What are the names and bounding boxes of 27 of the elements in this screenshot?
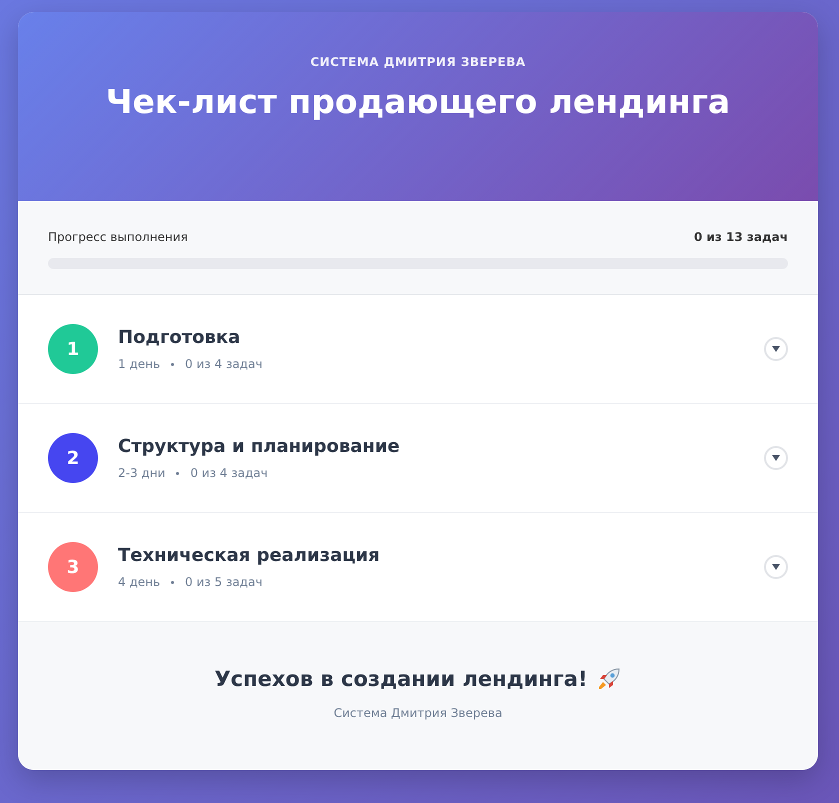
expand-toggle[interactable] [764, 446, 788, 470]
caret-icon [771, 563, 781, 571]
caret-icon [771, 345, 781, 353]
section-duration: 2-3 дни [118, 466, 166, 480]
expand-toggle[interactable] [764, 337, 788, 361]
caret-icon [771, 454, 781, 462]
header-subtitle: СИСТЕМА ДМИТРИЯ ЗВЕРЕВА [309, 55, 527, 69]
step-number: 1 [48, 324, 98, 374]
separator-dot [171, 580, 174, 584]
separator-dot [176, 472, 180, 474]
separator-dot [171, 362, 174, 366]
section-duration: 4 день [118, 575, 160, 589]
step-number: 2 [48, 433, 98, 483]
section-task-count: 0 из 4 задач [190, 466, 268, 480]
footer-signature: Система Дмитрия Зверева [332, 706, 504, 720]
expand-toggle[interactable] [764, 555, 788, 579]
progress-count: 0 из 13 задач [694, 230, 788, 244]
section-duration: 1 день [118, 357, 160, 371]
section-task-count: 0 из 4 задач [185, 357, 262, 371]
section-title: Техническая реализация [118, 545, 381, 566]
footer-title: Успехов в создании лендинга! [214, 667, 588, 691]
progress-label: Прогресс выполнения [48, 230, 188, 244]
page-title: Чек-лист продающего лендинга [104, 82, 732, 121]
section-title: Подготовка [118, 327, 242, 348]
step-number: 3 [48, 542, 98, 592]
section-title: Структура и планирование [118, 436, 401, 457]
section-task-count: 0 из 5 задач [185, 575, 262, 589]
